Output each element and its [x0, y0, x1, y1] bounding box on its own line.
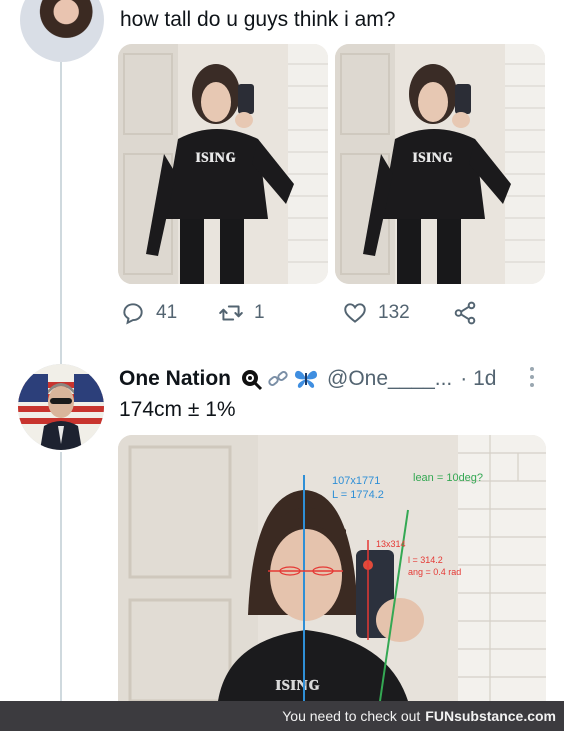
avatar-flag-illustration	[18, 364, 104, 450]
retweet-button[interactable]: 1	[218, 300, 265, 326]
heart-icon	[344, 303, 366, 323]
svg-text:ɪsɪɴɢ: ɪsɪɴɢ	[195, 145, 237, 167]
display-name[interactable]: One Nation	[119, 367, 231, 391]
screenshot: how tall do u guys think i am? ɪsɪɴɢ ɪsɪ…	[0, 0, 564, 731]
thread-connector-line	[60, 62, 62, 364]
user-handle[interactable]: @One____...	[327, 367, 452, 391]
name-emoji-badges	[239, 367, 319, 391]
photo-mirror-selfie: ɪsɪɴɢ	[335, 44, 545, 284]
photo-mirror-selfie: ɪsɪɴɢ	[118, 44, 328, 284]
measurement-label: 107x1771	[332, 475, 381, 487]
watermark-footer: You need to check out FUNsubstance.com	[0, 701, 564, 731]
tweet-photo[interactable]: ɪsɪɴɢ	[118, 44, 328, 284]
tweet-text: how tall do u guys think i am?	[120, 8, 396, 31]
reply-icon	[123, 303, 143, 325]
measurement-label: l = 314.2	[408, 555, 443, 565]
reply-count: 41	[156, 302, 178, 323]
magnifier-badge-icon	[242, 370, 263, 391]
share-icon	[454, 301, 476, 325]
measurement-label: L = 1774.2	[332, 489, 384, 501]
tweet-header: One Nation @One____... · 1d	[119, 366, 496, 392]
tweet-photo[interactable]: ɪsɪɴɢ 107x1771 L = 1774.2 lean = 10deg? …	[118, 435, 546, 701]
measurement-label: 13x314	[376, 539, 406, 549]
tweet-timestamp[interactable]: · 1d	[460, 367, 496, 391]
measurement-label: ang = 0.4 rad	[408, 567, 462, 577]
reply-button[interactable]: 41	[120, 300, 177, 326]
share-button[interactable]	[452, 300, 478, 326]
tweet-action-bar: 41 1 132	[120, 300, 500, 330]
footer-brand: FUNsubstance.com	[425, 708, 556, 724]
measurement-label: lean = 10deg?	[413, 472, 484, 484]
butterfly-icon	[295, 370, 318, 388]
svg-text:ɪsɪɴɢ: ɪsɪɴɢ	[412, 145, 454, 167]
svg-text:ɪsɪɴɢ: ɪsɪɴɢ	[275, 670, 321, 695]
tweet-text: 174cm ± 1%	[119, 398, 236, 421]
tweet-photo[interactable]: ɪsɪɴɢ	[335, 44, 545, 284]
like-count: 132	[378, 302, 410, 323]
avatar[interactable]	[18, 364, 104, 450]
footer-text: You need to check out	[282, 708, 421, 724]
like-button[interactable]: 132	[342, 300, 410, 326]
chain-link-icon	[268, 371, 288, 386]
retweet-count: 1	[254, 302, 265, 323]
more-options-icon[interactable]	[527, 366, 537, 388]
retweet-icon	[219, 305, 243, 321]
thread-connector-line	[60, 452, 62, 702]
avatar[interactable]	[20, 0, 104, 62]
